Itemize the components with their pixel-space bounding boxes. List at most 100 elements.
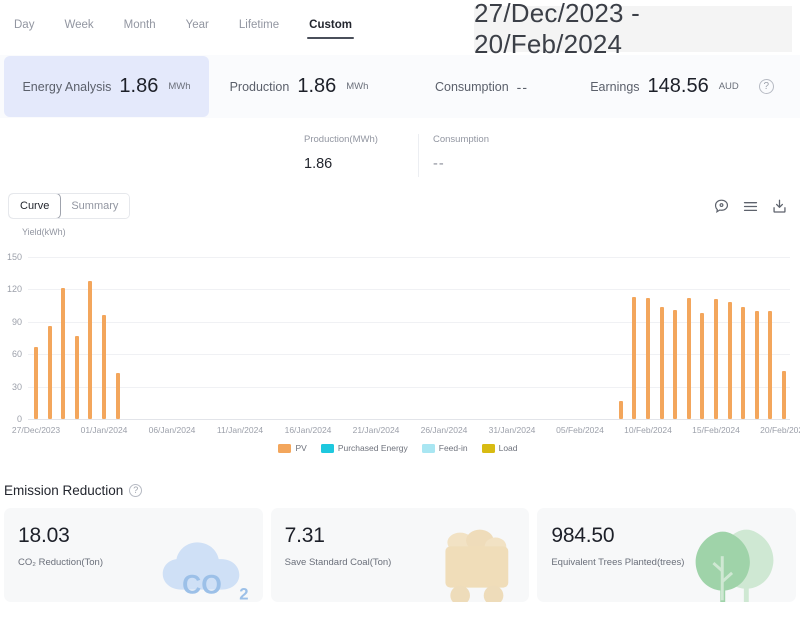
chart-x-tick: 10/Feb/2024 bbox=[624, 425, 672, 435]
chart-x-tick: 31/Jan/2024 bbox=[488, 425, 536, 435]
earnings-value: 148.56 bbox=[647, 75, 709, 97]
eco-card-co2: 18.03 CO₂ Reduction(Ton) CO 2 bbox=[4, 508, 263, 602]
eco-card-trees-value: 984.50 bbox=[551, 524, 615, 547]
legend-label: Load bbox=[498, 443, 518, 453]
chart-bar[interactable] bbox=[741, 306, 746, 419]
emission-reduction-title: Emission Reduction bbox=[4, 483, 124, 498]
consumption-label: Consumption bbox=[435, 79, 509, 94]
chart-bar[interactable] bbox=[34, 346, 38, 419]
chart-x-tick: 16/Jan/2024 bbox=[284, 425, 332, 435]
chart-bar[interactable] bbox=[88, 280, 93, 419]
sub-metrics-row: Production(MWh) 1.86 Consumption -- bbox=[0, 118, 800, 185]
sub-metric-consumption-label: Consumption bbox=[433, 134, 489, 145]
chart-y-tick: 30 bbox=[11, 381, 22, 392]
chart-toolbar-icons bbox=[713, 198, 788, 215]
chart-y-tick: 120 bbox=[6, 284, 22, 295]
legend-item[interactable]: Load bbox=[481, 443, 518, 453]
chart-bar[interactable] bbox=[115, 372, 120, 419]
earnings-unit: AUD bbox=[718, 81, 739, 92]
chart-bar[interactable] bbox=[61, 288, 66, 419]
chart-bar[interactable] bbox=[618, 400, 623, 419]
chart-x-tick: 20/Feb/202.. bbox=[760, 425, 800, 435]
chart-x-tick: 11/Jan/2024 bbox=[216, 425, 264, 435]
energy-analysis-unit: MWh bbox=[168, 81, 191, 92]
chart-bar[interactable] bbox=[782, 371, 786, 419]
list-icon[interactable] bbox=[742, 198, 759, 215]
summary-card-earnings[interactable]: Earnings 148.56 AUD ? bbox=[574, 55, 800, 118]
chart-plot-area[interactable]: 0 30 60 90 120 150 27/Dec/2023 01/Jan/2024 06/Ja… bbox=[7, 252, 800, 435]
period-tab-custom[interactable]: Custom bbox=[307, 15, 354, 41]
chart-legend: PV Purchased Energy Feed-in Load bbox=[0, 443, 796, 453]
chart-y-tick: 60 bbox=[11, 349, 22, 360]
eco-card-coal-value: 7.31 bbox=[284, 524, 325, 547]
summary-card-production[interactable]: Production 1.86 MWh bbox=[209, 55, 389, 118]
legend-swatch bbox=[421, 443, 435, 453]
chart-bar[interactable] bbox=[700, 313, 705, 419]
sub-metric-production-label: Production(MWh) bbox=[304, 134, 378, 145]
chart-x-tick: 05/Feb/2024 bbox=[556, 425, 604, 435]
sub-metric-consumption-value: -- bbox=[433, 156, 445, 172]
chart-bar[interactable] bbox=[74, 335, 79, 419]
chart-bar[interactable] bbox=[646, 298, 650, 419]
eco-card-trees-label: Equivalent Trees Planted(trees) bbox=[551, 557, 685, 568]
eco-card-coal-label: Save Standard Coal(Ton) bbox=[284, 557, 392, 568]
chart-x-tick: 15/Feb/2024 bbox=[692, 425, 740, 435]
energy-analysis-label: Energy Analysis bbox=[22, 79, 112, 94]
emission-reduction-header: Emission Reduction ? bbox=[0, 477, 800, 508]
chart-y-tick: 90 bbox=[11, 316, 22, 327]
chart-y-tick: 0 bbox=[16, 414, 22, 424]
period-tab-day[interactable]: Day bbox=[12, 15, 36, 41]
chart-bar[interactable] bbox=[102, 315, 106, 419]
chart-bar[interactable] bbox=[727, 302, 732, 419]
legend-item[interactable]: Feed-in bbox=[421, 443, 468, 453]
production-unit: MWh bbox=[346, 81, 369, 92]
chart-x-tick: 01/Jan/2024 bbox=[80, 425, 128, 435]
download-icon[interactable] bbox=[771, 198, 788, 215]
eco-card-co2-value: 18.03 bbox=[18, 524, 70, 547]
date-range-display[interactable]: 27/Dec/2023 - 20/Feb/2024 bbox=[474, 0, 792, 59]
chart-bar[interactable] bbox=[659, 306, 664, 419]
energy-analysis-value: 1.86 bbox=[119, 75, 159, 97]
tab-curve[interactable]: Curve bbox=[9, 194, 62, 218]
emission-help-icon[interactable]: ? bbox=[129, 484, 143, 497]
chart-bar[interactable] bbox=[754, 311, 759, 419]
chart-gridline bbox=[28, 419, 790, 420]
chart-y-axis-title: Yield(kWh) bbox=[22, 227, 66, 237]
chart-bar[interactable] bbox=[768, 311, 773, 419]
period-tab-week[interactable]: Week bbox=[62, 15, 95, 41]
chart-gridline bbox=[28, 289, 790, 291]
chart-gridline bbox=[28, 257, 790, 258]
chart-bar[interactable] bbox=[686, 298, 691, 419]
legend-swatch bbox=[320, 443, 334, 453]
tag-icon[interactable] bbox=[713, 198, 730, 215]
chart-bar[interactable] bbox=[47, 326, 52, 419]
summary-card-consumption[interactable]: Consumption -- bbox=[389, 55, 574, 118]
help-icon[interactable]: ? bbox=[758, 79, 774, 94]
chart-toolbar: Curve Summary bbox=[0, 185, 800, 227]
consumption-value: -- bbox=[516, 78, 528, 95]
legend-item[interactable]: PV bbox=[278, 443, 307, 453]
legend-label: PV bbox=[295, 443, 307, 453]
chart-bar[interactable] bbox=[714, 299, 718, 419]
production-label: Production bbox=[229, 79, 290, 94]
yield-bar-chart: Yield(kWh) 0 30 60 90 120 150 27/Dec/2023 01/Ja… bbox=[0, 227, 800, 477]
sub-metric-consumption: Consumption -- bbox=[418, 134, 532, 177]
period-tab-month[interactable]: Month bbox=[122, 15, 158, 41]
eco-card-trees: 984.50 Equivalent Trees Planted(trees) bbox=[537, 508, 797, 602]
legend-swatch bbox=[481, 443, 495, 453]
chart-bar[interactable] bbox=[673, 309, 678, 419]
tab-summary[interactable]: Summary bbox=[60, 194, 130, 218]
period-tab-year[interactable]: Year bbox=[184, 15, 211, 41]
sub-metric-production: Production(MWh) 1.86 bbox=[304, 134, 418, 177]
svg-text:2: 2 bbox=[239, 584, 248, 602]
sub-metric-production-value: 1.86 bbox=[304, 156, 333, 172]
legend-swatch bbox=[278, 443, 292, 453]
period-tab-lifetime[interactable]: Lifetime bbox=[237, 15, 281, 41]
legend-label: Feed-in bbox=[438, 443, 468, 453]
chart-bar[interactable] bbox=[632, 296, 637, 419]
eco-card-co2-label: CO₂ Reduction(Ton) bbox=[18, 557, 103, 568]
legend-item[interactable]: Purchased Energy bbox=[320, 443, 408, 453]
eco-card-coal: 7.31 Save Standard Coal(Ton) bbox=[270, 508, 530, 602]
chart-x-tick: 27/Dec/2023 bbox=[11, 425, 61, 435]
summary-card-energy-analysis[interactable]: Energy Analysis 1.86 MWh bbox=[4, 56, 209, 117]
